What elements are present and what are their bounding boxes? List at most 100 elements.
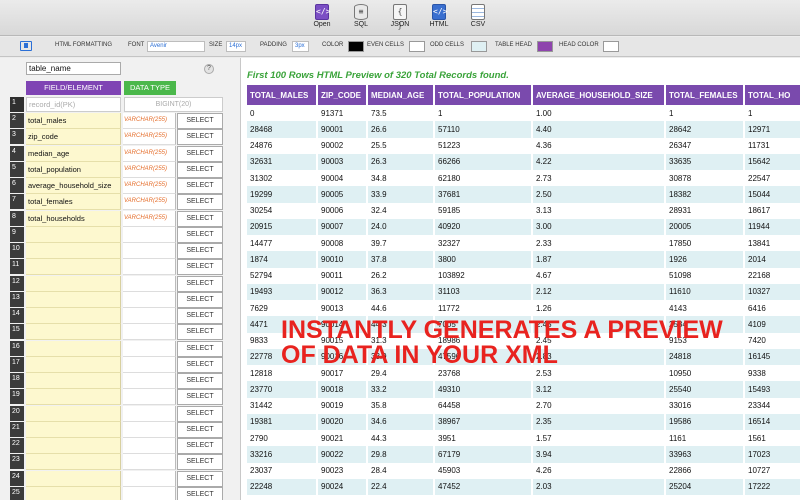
field-type-cell[interactable] — [123, 275, 176, 292]
table-cell: 57110 — [434, 121, 533, 138]
field-name-input[interactable] — [26, 486, 121, 500]
padding-input[interactable]: 3px — [292, 41, 309, 52]
field-type-cell[interactable]: VARCHAR(255) — [123, 210, 176, 227]
field-name-input[interactable]: total_population — [26, 161, 121, 178]
preview-panel[interactable]: First 100 Rows HTML Preview of 320 Total… — [240, 58, 800, 500]
field-type-cell[interactable] — [123, 470, 176, 487]
toolbar-button-label: Open — [313, 21, 331, 28]
field-name-input[interactable] — [26, 470, 121, 487]
sql-button[interactable]: ≡ SQL — [341, 4, 381, 34]
select-type-button[interactable]: SELECT — [177, 438, 223, 454]
field-type-cell[interactable] — [123, 438, 176, 454]
select-type-button[interactable]: SELECT — [177, 454, 223, 471]
table-cell: 36.3 — [367, 283, 435, 300]
field-type-cell[interactable] — [123, 405, 176, 422]
field-type-cell[interactable] — [123, 340, 176, 357]
field-row: 3 zip_code VARCHAR(255) SELECT — [0, 129, 240, 146]
select-type-button[interactable]: SELECT — [177, 210, 223, 227]
field-type-cell[interactable] — [123, 324, 176, 341]
field-type-cell[interactable]: VARCHAR(255) — [123, 194, 176, 211]
font-input[interactable]: Avenir — [147, 41, 205, 52]
row-number: 6 — [10, 178, 24, 193]
field-name-input[interactable] — [26, 324, 121, 341]
preview-table: TOTAL_MALES ZIP_CODE MEDIAN_AGE TOTAL_POPUL… — [247, 85, 800, 495]
select-type-button[interactable]: SELECT — [177, 421, 223, 438]
layout-toggle-icon[interactable] — [20, 41, 32, 51]
field-name-input[interactable]: median_age — [26, 145, 121, 162]
select-type-button[interactable]: SELECT — [177, 470, 223, 487]
select-type-button[interactable]: SELECT — [177, 226, 223, 243]
field-name-input[interactable]: average_household_size — [26, 178, 121, 194]
field-name-input[interactable] — [26, 291, 121, 308]
table-cell: 37681 — [434, 186, 533, 203]
select-type-button[interactable]: SELECT — [177, 356, 223, 373]
size-input[interactable]: 14px — [226, 41, 246, 52]
field-name-input[interactable] — [26, 340, 121, 357]
table-cell: 32327 — [434, 235, 533, 252]
field-name-input[interactable]: total_females — [26, 194, 121, 211]
field-type-cell[interactable]: VARCHAR(255) — [123, 129, 176, 146]
field-name-input[interactable] — [26, 243, 121, 259]
field-name-input[interactable]: total_households — [26, 210, 121, 227]
select-type-button[interactable]: SELECT — [177, 129, 223, 146]
field-type-cell[interactable]: VARCHAR(255) — [123, 178, 176, 194]
table-head-swatch[interactable] — [537, 41, 553, 52]
select-type-button[interactable]: SELECT — [177, 113, 223, 129]
color-swatch[interactable] — [348, 41, 364, 52]
select-type-button[interactable]: SELECT — [177, 405, 223, 422]
field-name-input[interactable] — [26, 356, 121, 373]
field-row: 8 total_households VARCHAR(255) SELECT — [0, 210, 240, 227]
field-type-cell[interactable] — [123, 243, 176, 259]
field-type-cell[interactable]: VARCHAR(255) — [123, 145, 176, 162]
help-icon[interactable]: ? — [204, 64, 214, 74]
field-type-cell[interactable] — [123, 291, 176, 308]
table-name-input[interactable]: table_name — [26, 62, 121, 75]
json-button[interactable]: { } JSON — [380, 4, 420, 34]
table-cell: 1.26 — [532, 300, 666, 317]
field-type-cell[interactable] — [123, 486, 176, 500]
field-name-input[interactable] — [26, 226, 121, 243]
odd-cells-swatch[interactable] — [471, 41, 487, 52]
head-color-swatch[interactable] — [603, 41, 619, 52]
field-name-input[interactable] — [26, 259, 121, 276]
field-type-cell[interactable] — [123, 356, 176, 373]
field-name-input[interactable] — [26, 454, 121, 471]
field-name-input[interactable] — [26, 308, 121, 324]
field-type-cell[interactable] — [123, 421, 176, 438]
field-type-cell[interactable]: VARCHAR(255) — [123, 161, 176, 178]
field-name-input[interactable] — [26, 373, 121, 389]
select-type-button[interactable]: SELECT — [177, 145, 223, 162]
select-type-button[interactable]: SELECT — [177, 373, 223, 389]
table-cell: 1561 — [744, 430, 800, 447]
field-type-cell[interactable] — [123, 373, 176, 389]
open-button[interactable]: </> Open — [302, 4, 342, 34]
field-name-input[interactable]: total_males — [26, 113, 121, 129]
field-name-input[interactable] — [26, 405, 121, 422]
field-type-cell[interactable] — [123, 259, 176, 276]
field-name-input[interactable] — [26, 438, 121, 454]
field-type-cell[interactable] — [123, 389, 176, 406]
select-type-button[interactable]: SELECT — [177, 259, 223, 276]
field-name-input[interactable] — [26, 421, 121, 438]
field-name-input[interactable] — [26, 389, 121, 406]
field-type-cell[interactable]: VARCHAR(255) — [123, 113, 176, 129]
select-type-button[interactable]: SELECT — [177, 178, 223, 194]
select-type-button[interactable]: SELECT — [177, 161, 223, 178]
field-type-cell[interactable] — [123, 454, 176, 471]
select-type-button[interactable]: SELECT — [177, 389, 223, 406]
select-type-button[interactable]: SELECT — [177, 486, 223, 500]
field-type-cell[interactable] — [123, 308, 176, 324]
field-name-input[interactable]: zip_code — [26, 129, 121, 146]
select-type-button[interactable]: SELECT — [177, 194, 223, 211]
select-type-button[interactable]: SELECT — [177, 291, 223, 308]
select-type-button[interactable]: SELECT — [177, 340, 223, 357]
html-button[interactable]: </> HTML — [419, 4, 459, 34]
even-cells-swatch[interactable] — [409, 41, 425, 52]
select-type-button[interactable]: SELECT — [177, 275, 223, 292]
select-type-button[interactable]: SELECT — [177, 308, 223, 324]
field-name-input[interactable] — [26, 275, 121, 292]
csv-button[interactable]: CSV — [458, 4, 498, 34]
select-type-button[interactable]: SELECT — [177, 324, 223, 341]
select-type-button[interactable]: SELECT — [177, 243, 223, 259]
field-type-cell[interactable] — [123, 226, 176, 243]
